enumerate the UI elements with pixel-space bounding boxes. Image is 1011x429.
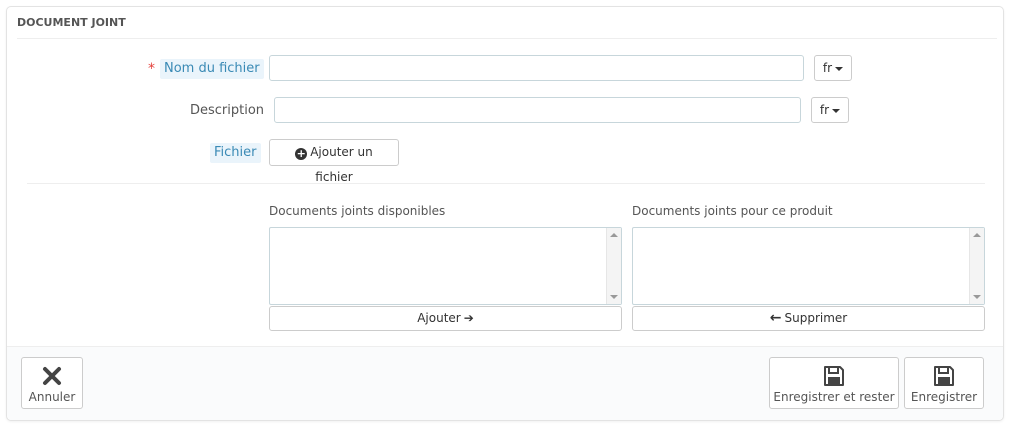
save-button[interactable]: Enregistrer (904, 357, 984, 409)
scroll-down-icon[interactable] (973, 295, 981, 299)
remove-attachment-button[interactable]: Supprimer (632, 306, 985, 331)
cancel-label: Annuler (28, 390, 76, 404)
filename-lang-dropdown[interactable]: fr (814, 55, 852, 81)
scroll-up-icon[interactable] (610, 233, 618, 237)
chevron-down-icon (835, 66, 844, 71)
available-documents-title: Documents joints disponibles (269, 204, 446, 218)
attachment-panel: DOCUMENT JOINT * Nom du fichier fr Descr… (6, 6, 1004, 421)
panel-title: DOCUMENT JOINT (17, 7, 997, 39)
scroll-down-icon[interactable] (610, 295, 618, 299)
add-attachment-label: Ajouter (417, 311, 474, 325)
floppy-disk-icon (824, 366, 844, 386)
product-list-scrollbar[interactable] (969, 228, 984, 304)
add-attachment-button[interactable]: Ajouter (269, 306, 622, 331)
filename-lang-label: fr (822, 61, 833, 75)
save-and-stay-button[interactable]: Enregistrer et rester (769, 357, 899, 409)
required-marker: * (148, 61, 155, 77)
product-documents-title: Documents joints pour ce produit (632, 204, 833, 218)
file-label: Fichier (210, 143, 261, 163)
plus-circle-icon: + (295, 147, 308, 160)
chevron-down-icon (832, 108, 841, 113)
add-file-button[interactable]: + Ajouter un fichier (269, 139, 399, 184)
remove-attachment-label: Supprimer (770, 311, 847, 325)
available-documents-list[interactable] (269, 227, 622, 305)
product-documents-list[interactable] (632, 227, 985, 305)
save-and-stay-label: Enregistrer et rester (773, 390, 895, 404)
description-label: Description (190, 103, 265, 118)
close-icon (43, 367, 61, 385)
floppy-disk-icon (934, 366, 954, 386)
panel-footer: Annuler Enregistrer et rester Enregistre… (7, 346, 1003, 420)
cancel-button[interactable]: Annuler (21, 357, 83, 409)
save-label: Enregistrer (910, 390, 978, 404)
available-list-scrollbar[interactable] (606, 228, 621, 304)
filename-label: Nom du fichier (160, 59, 264, 79)
filename-input[interactable] (269, 55, 804, 81)
add-file-label: Ajouter un fichier (310, 145, 373, 184)
section-divider (27, 183, 985, 184)
scroll-up-icon[interactable] (973, 233, 981, 237)
description-input[interactable] (274, 97, 801, 123)
description-lang-label: fr (819, 103, 830, 117)
description-lang-dropdown[interactable]: fr (811, 97, 849, 123)
